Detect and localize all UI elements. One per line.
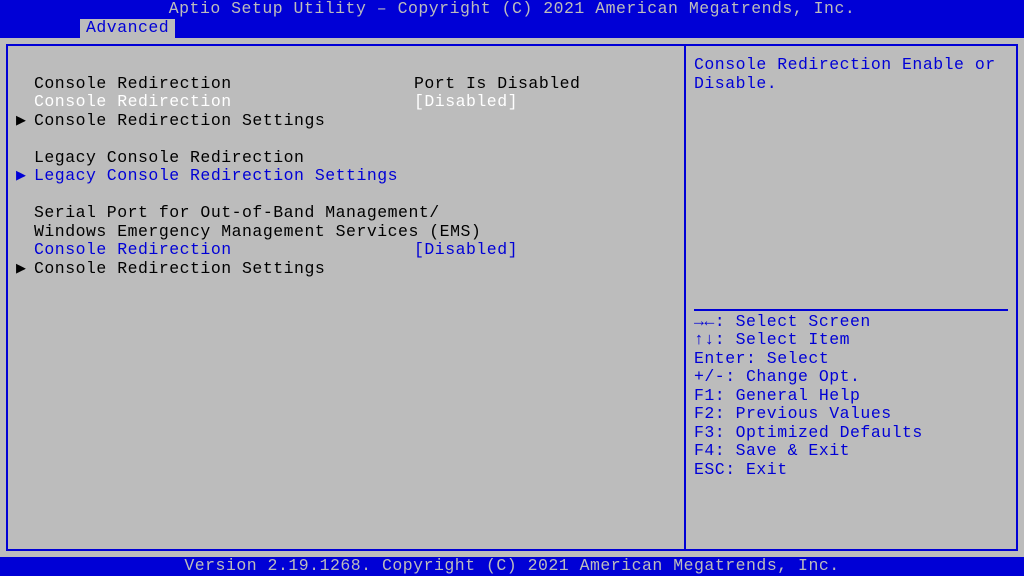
submenu-arrow-icon: ▶ xyxy=(14,260,34,279)
key-change-opt: +/-: Change Opt. xyxy=(694,368,1008,387)
item-value: Port Is Disabled xyxy=(414,75,580,94)
settings-panel: Console Redirection Port Is Disabled Con… xyxy=(6,44,684,551)
blank-row xyxy=(14,56,678,75)
console-redirection-settings[interactable]: ▶ Console Redirection Settings xyxy=(14,112,678,131)
title-bar: Aptio Setup Utility – Copyright (C) 2021… xyxy=(0,0,1024,19)
footer-text: Version 2.19.1268. Copyright (C) 2021 Am… xyxy=(184,556,839,575)
item-label: Console Redirection xyxy=(34,93,414,112)
key-esc: ESC: Exit xyxy=(694,461,1008,480)
item-label: Console Redirection xyxy=(34,75,414,94)
legacy-console-redirection-settings[interactable]: ▶ Legacy Console Redirection Settings xyxy=(14,167,678,186)
item-value: [Disabled] xyxy=(414,241,518,260)
legacy-console-redirection-header: Legacy Console Redirection xyxy=(14,149,678,168)
title-text: Aptio Setup Utility – Copyright (C) 2021… xyxy=(169,0,856,18)
item-label: Console Redirection Settings xyxy=(34,112,414,131)
work-area: Console Redirection Port Is Disabled Con… xyxy=(0,38,1024,557)
key-f4: F4: Save & Exit xyxy=(694,442,1008,461)
console-redirection-toggle[interactable]: Console Redirection [Disabled] xyxy=(14,93,678,112)
serial-port-header-2: Windows Emergency Management Services (E… xyxy=(14,223,678,242)
item-label: Console Redirection xyxy=(34,241,414,260)
key-enter: Enter: Select xyxy=(694,350,1008,369)
key-f3: F3: Optimized Defaults xyxy=(694,424,1008,443)
key-f2: F2: Previous Values xyxy=(694,405,1008,424)
serial-port-header-1: Serial Port for Out-of-Band Management/ xyxy=(14,204,678,223)
tab-strip: Advanced xyxy=(0,19,1024,38)
key-select-screen: →←: Select Screen xyxy=(694,313,1008,332)
ems-console-redirection-settings[interactable]: ▶ Console Redirection Settings xyxy=(14,260,678,279)
item-label: Console Redirection Settings xyxy=(34,260,414,279)
key-f1: F1: General Help xyxy=(694,387,1008,406)
blank-row xyxy=(14,186,678,205)
item-label: Windows Emergency Management Services (E… xyxy=(34,223,481,242)
item-label: Legacy Console Redirection xyxy=(34,149,414,168)
item-label: Legacy Console Redirection Settings xyxy=(34,167,414,186)
blank-row xyxy=(14,130,678,149)
help-description: Console Redirection Enable or Disable. xyxy=(694,56,1008,93)
console-redirection-status: Console Redirection Port Is Disabled xyxy=(14,75,678,94)
tab-advanced[interactable]: Advanced xyxy=(80,19,175,38)
submenu-arrow-icon: ▶ xyxy=(14,112,34,131)
ems-console-redirection-toggle[interactable]: Console Redirection [Disabled] xyxy=(14,241,678,260)
key-legend: →←: Select Screen ↑↓: Select Item Enter:… xyxy=(694,313,1008,480)
footer-bar: Version 2.19.1268. Copyright (C) 2021 Am… xyxy=(0,557,1024,576)
help-divider xyxy=(694,309,1008,311)
item-value: [Disabled] xyxy=(414,93,518,112)
item-label: Serial Port for Out-of-Band Management/ xyxy=(34,204,440,223)
key-select-item: ↑↓: Select Item xyxy=(694,331,1008,350)
help-panel: Console Redirection Enable or Disable. →… xyxy=(684,44,1018,551)
submenu-arrow-icon: ▶ xyxy=(14,167,34,186)
